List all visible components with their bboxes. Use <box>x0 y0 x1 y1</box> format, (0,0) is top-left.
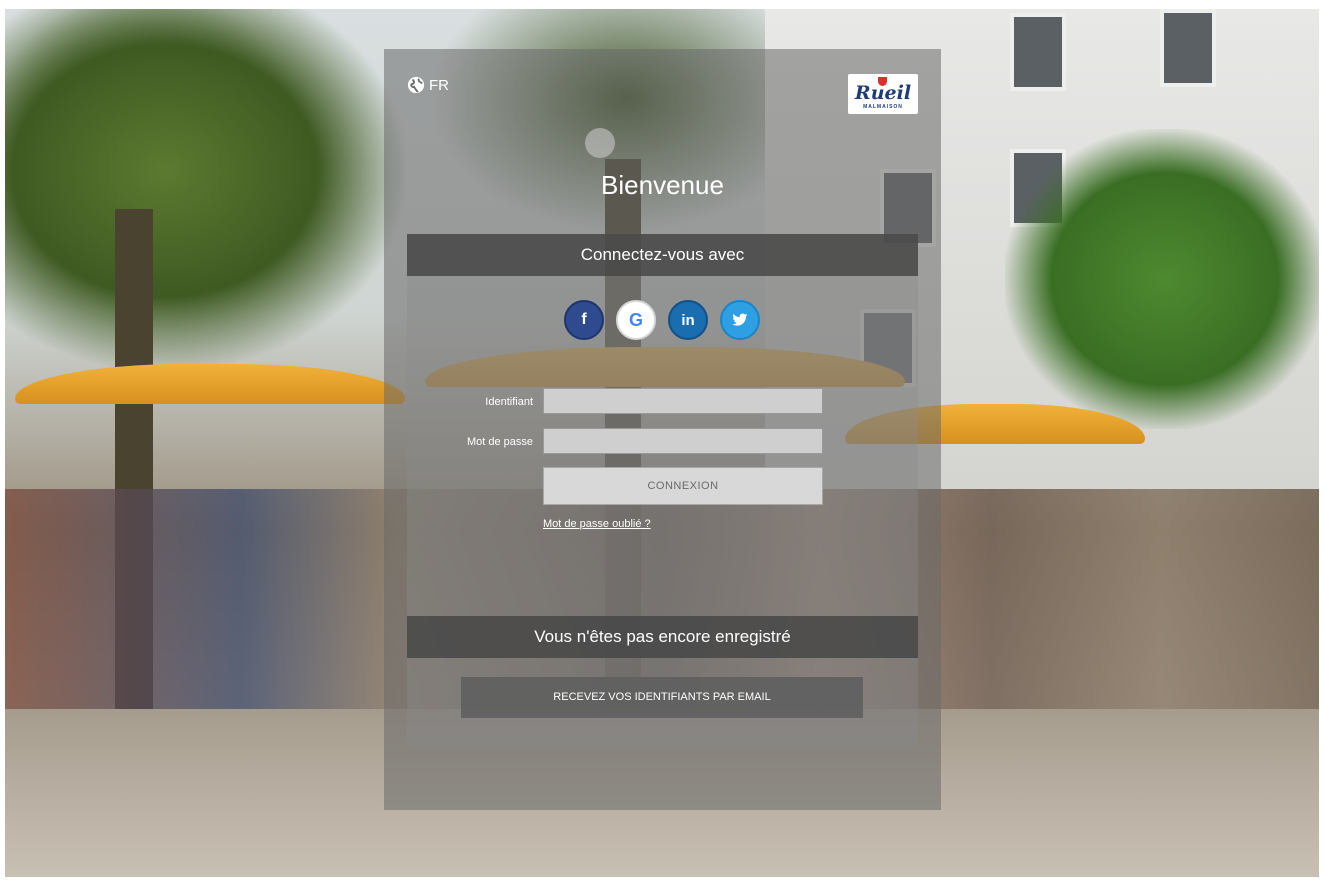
watermark-globe-icon <box>585 128 615 158</box>
password-label: Mot de passe <box>466 436 533 448</box>
google-login-button[interactable]: G <box>616 300 656 340</box>
linkedin-icon: in <box>681 311 695 329</box>
background-tree-right <box>1005 129 1319 429</box>
background-tree-left <box>5 9 405 369</box>
facebook-icon: f <box>581 311 587 328</box>
login-button[interactable]: CONNEXION <box>543 467 823 505</box>
facebook-login-button[interactable]: f <box>564 300 604 340</box>
language-label: FR <box>429 76 449 94</box>
twitter-login-button[interactable] <box>720 300 760 340</box>
username-input[interactable] <box>543 388 823 414</box>
rueil-malmaison-logo: Rueil MALMAISON <box>848 74 918 114</box>
password-input[interactable] <box>543 428 823 454</box>
logo-subtext: MALMAISON <box>863 104 903 110</box>
logo-text: Rueil <box>854 82 912 104</box>
social-login-buttons: f G in <box>564 300 760 340</box>
twitter-icon <box>732 313 748 326</box>
linkedin-login-button[interactable]: in <box>668 300 708 340</box>
email-credentials-button[interactable]: RECEVEZ VOS IDENTIFIANTS PAR EMAIL <box>461 677 863 718</box>
page-title: Bienvenue <box>601 170 724 200</box>
register-heading: Vous n'êtes pas encore enregistré <box>407 616 918 658</box>
forgot-password-link[interactable]: Mot de passe oublié ? <box>543 518 651 530</box>
umbrella <box>15 364 405 404</box>
google-icon: G <box>628 309 643 330</box>
username-label: Identifiant <box>485 396 533 408</box>
social-login-heading: Connectez-vous avec <box>407 234 918 276</box>
language-selector[interactable]: FR <box>407 76 449 94</box>
globe-icon <box>407 76 425 94</box>
